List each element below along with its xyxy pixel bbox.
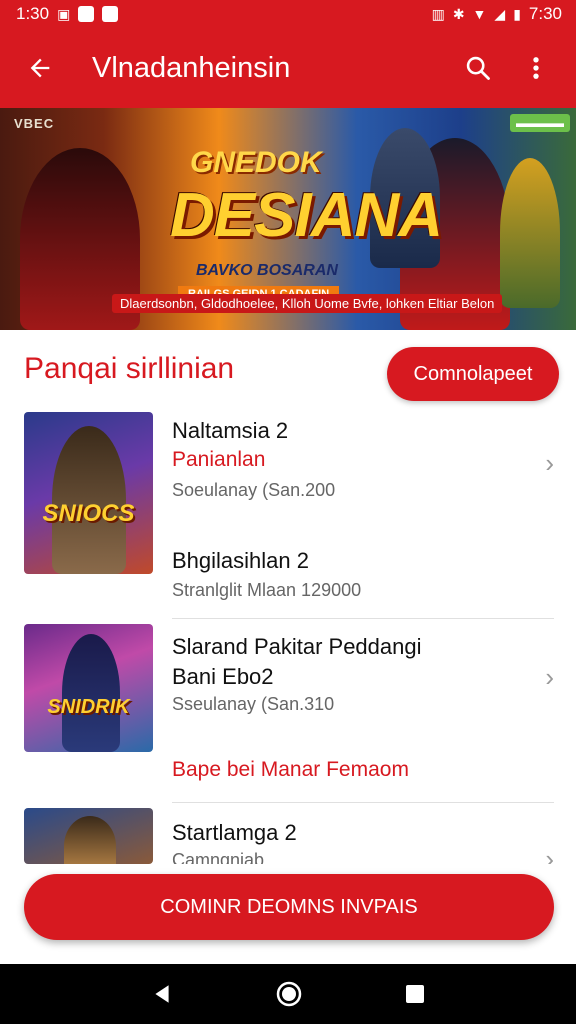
game-title[interactable]: Slarand Pakitar Peddangi bbox=[172, 634, 422, 660]
chevron-right-icon[interactable]: › bbox=[545, 662, 554, 693]
thumbnail-character bbox=[62, 634, 120, 752]
more-vert-icon bbox=[533, 57, 539, 79]
section-header: Panqai sirllinian Comnolapeet bbox=[0, 330, 576, 408]
status-bar: 1:30 ▣ ▥ ✱ ▼ ◢ ▮ 7:30 bbox=[0, 0, 576, 28]
search-button[interactable] bbox=[456, 46, 500, 90]
app-notification-icon bbox=[78, 6, 95, 22]
search-icon bbox=[466, 56, 490, 80]
hero-badge: ▬▬▬▬ bbox=[510, 114, 570, 132]
game-title[interactable]: Bhgilasihlan 2 bbox=[172, 548, 309, 574]
thumbnail-label: SNIDRIK bbox=[47, 696, 130, 718]
home-circle-icon[interactable] bbox=[275, 980, 303, 1008]
hero-tag-left: VBEC bbox=[14, 116, 55, 131]
game-category: Panianlan bbox=[172, 448, 266, 471]
chevron-right-icon[interactable]: › bbox=[545, 844, 554, 864]
hero-caption: Dlaerdsonbn, Gldodhoelee, Klloh Uome Bvf… bbox=[112, 294, 503, 313]
game-title[interactable]: Startlamga 2 bbox=[172, 820, 297, 846]
status-time-left: 1:30 bbox=[16, 4, 50, 23]
status-time-right: 7:30 bbox=[528, 4, 562, 23]
hero-title: DESIANA bbox=[170, 181, 443, 250]
hero-subtitle-top: GNEDOK bbox=[190, 146, 322, 179]
game-title-line2: Bani Ebo2 bbox=[172, 664, 274, 689]
recents-square-icon[interactable] bbox=[405, 984, 425, 1004]
bluetooth-icon: ✱ bbox=[452, 5, 465, 22]
more-options-button[interactable] bbox=[514, 46, 558, 90]
message-icon bbox=[102, 6, 119, 22]
hero-character-far-right bbox=[500, 158, 560, 308]
game-thumbnail[interactable]: SNIOCS bbox=[24, 412, 153, 574]
back-triangle-icon[interactable] bbox=[151, 983, 173, 1005]
page-title: Vlnadanheinsin bbox=[92, 51, 291, 84]
hero-banner[interactable]: VBEC ▬▬▬▬ GNEDOK DESIANA BAVKO BOSARAN R… bbox=[0, 108, 576, 330]
hero-sub: BAVKO BOSARAN bbox=[196, 262, 338, 279]
vibrate-icon: ▥ bbox=[431, 5, 445, 22]
battery-icon: ▮ bbox=[513, 5, 521, 22]
list-divider bbox=[172, 618, 554, 619]
game-list: SNIOCS Naltamsia 2 Panianlan Soeulanay (… bbox=[0, 408, 576, 864]
game-meta: Sseulanay (San.310 bbox=[172, 694, 335, 714]
chevron-right-icon[interactable]: › bbox=[545, 448, 554, 479]
section-title: Panqai sirllinian bbox=[24, 352, 235, 385]
signal-icon: ◢ bbox=[494, 5, 506, 22]
game-meta: Soeulanay (San.200 bbox=[172, 480, 336, 500]
back-button[interactable] bbox=[18, 46, 62, 90]
status-right: ▥ ✱ ▼ ◢ ▮ 7:30 bbox=[432, 4, 562, 24]
app-bar: Vlnadanheinsin bbox=[0, 28, 576, 108]
thumbnail-character bbox=[64, 816, 116, 864]
game-link[interactable]: Bape bei Manar Femaom bbox=[172, 758, 409, 782]
notification-icon: ▣ bbox=[57, 5, 71, 22]
thumbnail-label: SNIOCS bbox=[42, 500, 135, 527]
game-meta: Stranlglit Mlaan 129000 bbox=[172, 580, 362, 600]
game-meta: Camngniab bbox=[172, 850, 265, 864]
status-left: 1:30 ▣ bbox=[16, 4, 119, 24]
primary-cta-button[interactable]: COMINR DEOMNS INVPAIS bbox=[24, 874, 554, 940]
game-title[interactable]: Naltamsia 2 bbox=[172, 418, 288, 444]
section-action-button[interactable]: Comnolapeet bbox=[387, 347, 559, 401]
game-thumbnail[interactable] bbox=[24, 808, 153, 864]
system-nav-bar bbox=[0, 964, 576, 1024]
arrow-left-icon bbox=[30, 58, 50, 78]
game-thumbnail[interactable]: SNIDRIK bbox=[24, 624, 153, 752]
wifi-icon: ▼ bbox=[472, 6, 487, 22]
list-divider bbox=[172, 802, 554, 803]
